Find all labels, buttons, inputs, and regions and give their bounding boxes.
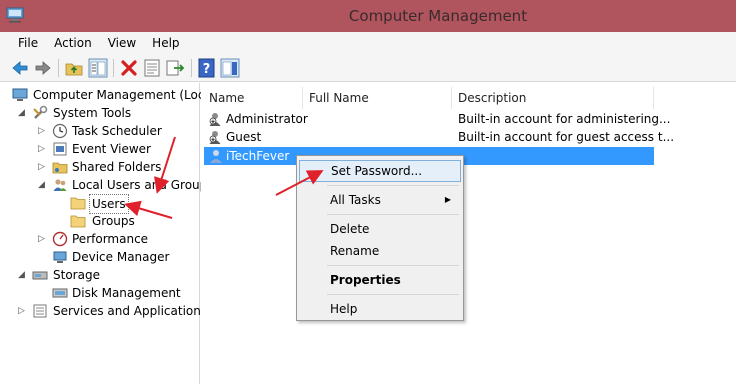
storage-icon: [32, 271, 48, 280]
show-action-pane-icon[interactable]: [220, 58, 240, 78]
expand-arrow-icon[interactable]: ▷: [37, 230, 46, 248]
back-arrow-icon[interactable]: [10, 58, 30, 78]
tree-item-event-viewer[interactable]: ▷ Event Viewer: [4, 140, 200, 158]
title-bar: Computer Management: [0, 0, 736, 32]
column-divider[interactable]: [451, 87, 452, 109]
performance-icon: [52, 231, 68, 247]
tree-item-task-scheduler[interactable]: ▷ Task Scheduler: [4, 122, 200, 140]
tree-item-system-tools[interactable]: ◢ System Tools: [4, 104, 200, 122]
user-name: Administrator: [226, 112, 308, 126]
column-header-full-name[interactable]: Full Name: [309, 87, 369, 109]
tree-item-label: Storage: [53, 268, 100, 282]
tree-item-services-apps[interactable]: ▷ Services and Applications: [4, 302, 207, 320]
user-name: Guest: [226, 130, 262, 144]
tree-item-label: Performance: [72, 232, 149, 246]
show-hide-tree-icon[interactable]: [88, 58, 108, 78]
menu-item-rename[interactable]: Rename: [299, 240, 461, 262]
menu-item-delete[interactable]: Delete: [299, 218, 461, 240]
expand-arrow-icon[interactable]: ▷: [37, 122, 46, 140]
user-description: Built-in account for administering...: [458, 112, 671, 126]
user-icon: [209, 131, 221, 144]
properties-icon[interactable]: [142, 58, 162, 78]
menu-item-label: All Tasks: [330, 193, 381, 207]
event-viewer-icon: [53, 142, 67, 156]
tree-item-disk-management[interactable]: Disk Management: [4, 284, 200, 302]
menu-view[interactable]: View: [100, 32, 144, 54]
menu-item-set-password[interactable]: Set Password...: [299, 160, 461, 182]
tree-item-label: Services and Applications: [53, 304, 208, 318]
menu-help[interactable]: Help: [144, 32, 187, 54]
menu-separator: [327, 185, 459, 186]
device-manager-icon: [53, 251, 67, 263]
tree-item-label: Device Manager: [72, 250, 170, 264]
tree-item-storage[interactable]: ◢ Storage: [4, 266, 200, 284]
computer-management-icon: [12, 88, 28, 101]
column-divider[interactable]: [653, 87, 654, 109]
delete-icon[interactable]: [119, 58, 139, 78]
toolbar: ?: [0, 54, 736, 82]
expand-arrow-icon[interactable]: ▷: [37, 158, 46, 176]
menu-separator: [327, 294, 459, 295]
table-row[interactable]: Administrator Built-in account for admin…: [204, 110, 670, 128]
tree-item-label: Event Viewer: [72, 142, 151, 156]
svg-text:?: ?: [203, 62, 211, 77]
column-header-name[interactable]: Name: [209, 87, 244, 109]
collapse-arrow-icon[interactable]: ◢: [17, 104, 26, 122]
tree-item-local-users-groups[interactable]: ◢ Local Users and Groups: [4, 176, 213, 194]
tree-item-label: System Tools: [53, 106, 132, 120]
tree-item-users[interactable]: Users: [4, 194, 200, 214]
menu-item-properties[interactable]: Properties: [299, 269, 461, 291]
tree-item-label: Computer Management (Local: [33, 88, 216, 102]
collapse-arrow-icon[interactable]: ◢: [17, 266, 26, 284]
menu-separator: [327, 214, 459, 215]
tree-item-label: Local Users and Groups: [72, 178, 214, 192]
user-icon: [210, 150, 222, 163]
menu-item-help[interactable]: Help: [299, 298, 461, 320]
user-name: iTechFever: [226, 149, 290, 163]
system-tools-icon: [33, 105, 48, 119]
export-list-icon[interactable]: [165, 58, 185, 78]
submenu-arrow-icon: ▶: [444, 195, 451, 204]
tree-item-label: Shared Folders: [72, 160, 162, 174]
menu-file[interactable]: File: [10, 32, 46, 54]
context-menu: Set Password... All Tasks ▶ Delete Renam…: [296, 155, 464, 321]
tree-item-label: Task Scheduler: [72, 124, 162, 138]
help-icon[interactable]: ?: [197, 58, 217, 78]
clock-icon: [52, 123, 68, 139]
menu-separator: [327, 265, 459, 266]
folder-icon: [70, 197, 86, 210]
tree-item-shared-folders[interactable]: ▷ Shared Folders: [4, 158, 200, 176]
user-list: Name Full Name Description Administrator…: [201, 83, 736, 384]
tree-item-label: Users: [89, 194, 129, 214]
users-group-icon: [53, 179, 67, 191]
menu-action[interactable]: Action: [46, 32, 100, 54]
expand-arrow-icon[interactable]: ▷: [37, 140, 46, 158]
column-divider[interactable]: [302, 87, 303, 109]
user-description: Built-in account for guest access t...: [458, 130, 675, 144]
tree-item-performance[interactable]: ▷ Performance: [4, 230, 200, 248]
forward-arrow-icon[interactable]: [33, 58, 53, 78]
shared-folder-icon: [52, 162, 68, 174]
user-icon: [209, 113, 221, 126]
column-header-description[interactable]: Description: [458, 87, 526, 109]
collapse-arrow-icon[interactable]: ◢: [37, 176, 46, 194]
table-row[interactable]: Guest Built-in account for guest access …: [204, 128, 674, 146]
tree-item-groups[interactable]: Groups: [4, 212, 200, 230]
toolbar-separator: [58, 59, 59, 77]
tree-item-label: Disk Management: [72, 286, 181, 300]
tree-item-device-manager[interactable]: Device Manager: [4, 248, 200, 266]
up-folder-icon[interactable]: [64, 58, 84, 78]
navigation-tree: Computer Management (Local ◢ System Tool…: [0, 83, 215, 384]
expand-arrow-icon[interactable]: ▷: [17, 302, 26, 320]
menu-bar: File Action View Help: [0, 32, 736, 54]
tree-item-computer-management[interactable]: Computer Management (Local: [4, 86, 215, 104]
menu-item-all-tasks[interactable]: All Tasks ▶: [299, 189, 461, 211]
disk-management-icon: [52, 288, 68, 298]
toolbar-separator: [113, 59, 114, 77]
window-title: Computer Management: [348, 7, 528, 25]
toolbar-separator: [191, 59, 192, 77]
services-icon: [33, 304, 47, 318]
tree-item-label: Groups: [92, 214, 135, 228]
folder-icon: [70, 215, 86, 228]
